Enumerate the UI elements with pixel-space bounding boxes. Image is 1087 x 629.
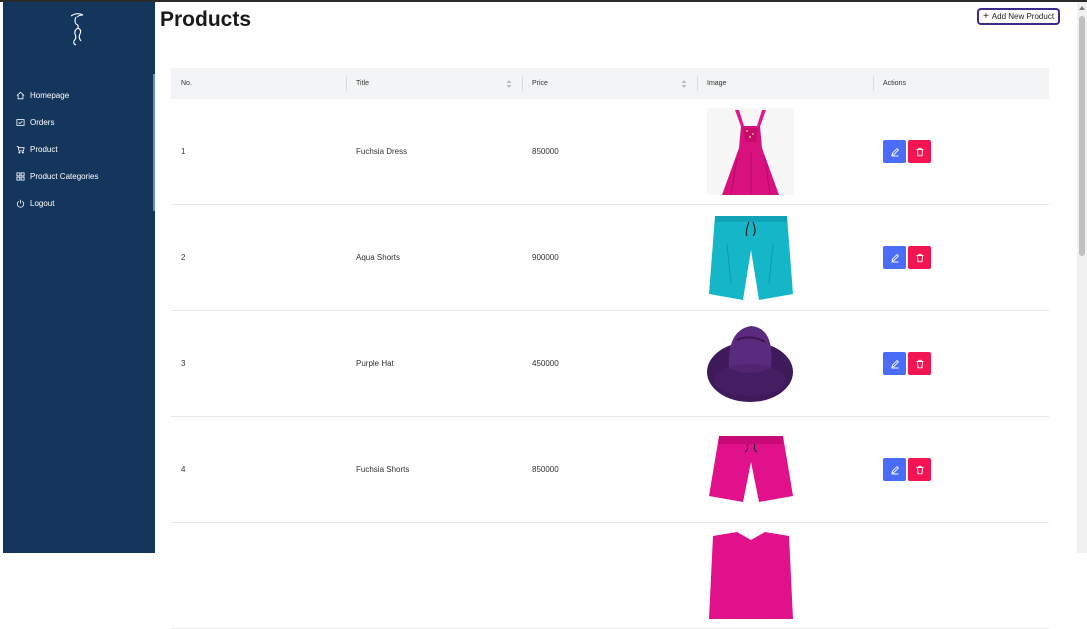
column-header-actions: Actions [873, 68, 1049, 99]
power-icon [16, 199, 25, 208]
sidebar-item-product-categories[interactable]: Product Categories [3, 163, 155, 190]
trash-icon [916, 359, 923, 368]
product-price: 850000 [532, 465, 559, 474]
sort-icon[interactable] [506, 79, 512, 89]
page-title: Products [160, 8, 252, 31]
sort-icon[interactable] [681, 79, 687, 89]
column-separator [873, 76, 874, 91]
edit-button[interactable] [883, 352, 906, 375]
scrollbar-thumb[interactable] [1079, 16, 1085, 256]
delete-button[interactable] [908, 352, 931, 375]
table-header: No. Title Price Image Actions [171, 68, 1049, 99]
product-price: 900000 [532, 253, 559, 262]
sidebar-item-product[interactable]: Product [3, 136, 155, 163]
product-title: Fuchsia Dress [356, 147, 408, 156]
sidebar-item-label: Logout [30, 199, 55, 208]
product-title: Aqua Shorts [356, 253, 401, 262]
cart-icon [16, 145, 25, 154]
scroll-up-icon[interactable] [1079, 6, 1085, 10]
delete-button[interactable] [908, 246, 931, 269]
row-number: 3 [181, 359, 186, 368]
fashion-silhouette-icon [70, 13, 84, 46]
sidebar-item-orders[interactable]: Orders [3, 109, 155, 136]
column-header-label: Image [707, 80, 727, 87]
column-header-label: No. [181, 80, 192, 87]
products-table: No. Title Price Image Actions 1 Fuchsia … [171, 68, 1049, 629]
plus-icon: + [982, 10, 989, 22]
add-new-product-button[interactable]: + Add New Product [977, 8, 1060, 25]
column-separator [697, 76, 698, 91]
product-title: Purple Hat [356, 359, 394, 368]
main-content: Products + Add New Product No. Title Pri… [155, 2, 1077, 629]
orders-icon [16, 119, 25, 126]
pencil-icon [890, 147, 899, 156]
column-header-image: Image [697, 68, 873, 99]
column-separator [522, 76, 523, 91]
row-number: 1 [181, 147, 186, 156]
table-row [171, 523, 1049, 629]
vertical-scrollbar[interactable] [1077, 2, 1087, 553]
product-price: 450000 [532, 359, 559, 368]
pencil-icon [890, 465, 899, 474]
pencil-icon [890, 253, 899, 262]
column-header-label: Title [356, 80, 369, 87]
column-header-title[interactable]: Title [346, 68, 522, 99]
product-image-fuchsia-dress [707, 108, 794, 195]
table-row: 4 Fuchsia Shorts 850000 [171, 417, 1049, 523]
trash-icon [916, 253, 923, 262]
edit-button[interactable] [883, 246, 906, 269]
grid-icon [16, 172, 25, 181]
sidebar-item-label: Orders [30, 118, 55, 127]
product-image-partial [707, 532, 794, 619]
home-icon [16, 91, 25, 100]
sidebar-nav: Homepage Orders Product Product Categori… [3, 82, 155, 217]
delete-button[interactable] [908, 458, 931, 481]
column-header-no: No. [171, 68, 346, 99]
sidebar-item-label: Homepage [30, 91, 70, 100]
trash-icon [916, 465, 923, 474]
sidebar-item-label: Product [30, 145, 58, 154]
column-header-label: Price [532, 80, 548, 87]
add-new-product-label: Add New Product [991, 12, 1055, 21]
product-image-aqua-shorts [707, 214, 794, 301]
product-title: Fuchsia Shorts [356, 465, 410, 474]
edit-button[interactable] [883, 458, 906, 481]
table-row: 2 Aqua Shorts 900000 [171, 205, 1049, 311]
row-number: 2 [181, 253, 186, 262]
column-header-label: Actions [883, 80, 906, 87]
sidebar-item-homepage[interactable]: Homepage [3, 82, 155, 109]
table-row: 1 Fuchsia Dress 850000 [171, 99, 1049, 205]
product-price: 850000 [532, 147, 559, 156]
delete-button[interactable] [908, 140, 931, 163]
column-separator [346, 76, 347, 91]
trash-icon [916, 147, 923, 156]
column-header-price[interactable]: Price [522, 68, 697, 99]
row-number: 4 [181, 465, 186, 474]
product-image-fuchsia-shorts [707, 426, 794, 513]
product-image-purple-hat [707, 320, 794, 407]
table-row: 3 Purple Hat 450000 [171, 311, 1049, 417]
sidebar-item-logout[interactable]: Logout [3, 190, 155, 217]
sidebar: Homepage Orders Product Product Categori… [3, 2, 155, 553]
pencil-icon [890, 359, 899, 368]
sidebar-item-label: Product Categories [30, 172, 99, 181]
edit-button[interactable] [883, 140, 906, 163]
